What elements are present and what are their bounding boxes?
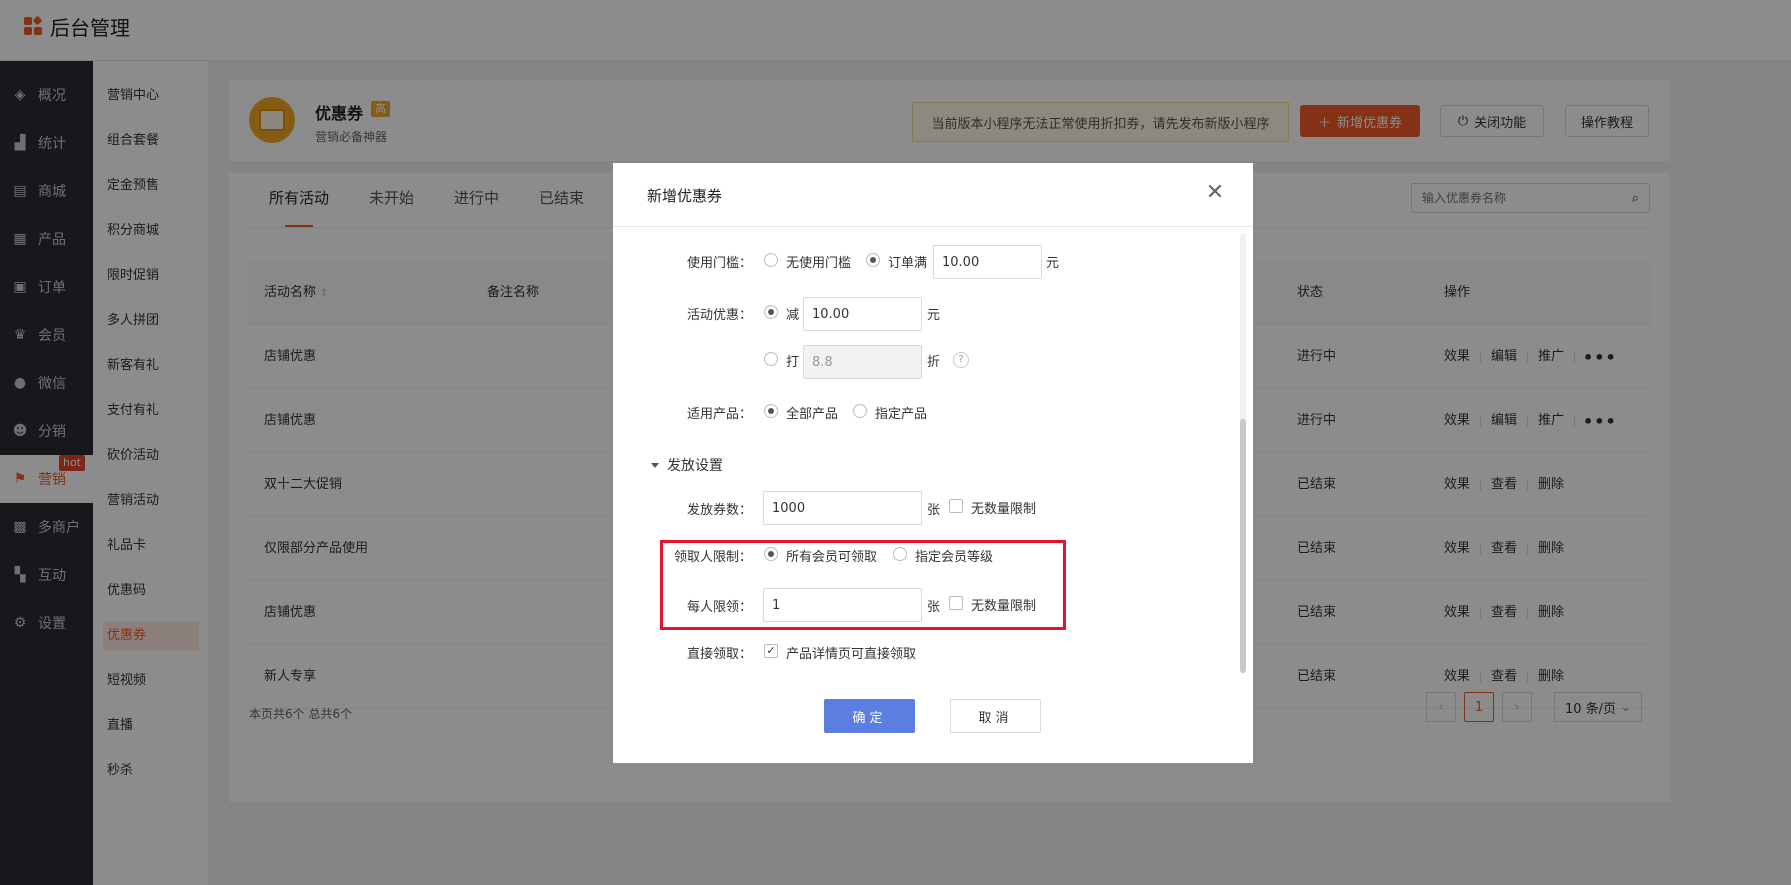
claimer-all-label: 所有会员可领取	[786, 550, 878, 565]
quantity-label: 发放券数：	[686, 503, 752, 518]
threshold-none-radio[interactable]	[764, 253, 778, 267]
discount-percent-unit: 折	[927, 355, 941, 370]
discount-reduce-radio[interactable]	[764, 305, 778, 319]
threshold-order-radio[interactable]	[866, 253, 880, 267]
discount-percent-input[interactable]	[803, 345, 922, 379]
claimer-level-radio[interactable]	[893, 547, 907, 561]
per-person-unlimited-checkbox[interactable]	[949, 596, 963, 610]
dialog-title: 新增优惠券	[647, 187, 723, 205]
discount-percent-label: 打	[786, 355, 800, 370]
quantity-input[interactable]	[763, 491, 922, 525]
threshold-order-label: 订单满	[888, 256, 928, 271]
distribution-section-toggle[interactable]: 发放设置	[651, 455, 723, 475]
add-coupon-dialog: 新增优惠券 ✕ 使用门槛： 无使用门槛 订单满 元 活动优惠： 减 元 打 折 …	[613, 163, 1253, 763]
caret-down-icon	[651, 462, 659, 468]
discount-percent-radio[interactable]	[764, 352, 778, 366]
per-person-unit: 张	[927, 600, 941, 615]
threshold-amount-input[interactable]	[933, 245, 1042, 279]
per-person-label: 每人限领：	[686, 600, 752, 615]
claimer-label: 领取人限制：	[673, 550, 752, 565]
discount-reduce-unit: 元	[927, 308, 941, 323]
products-label: 适用产品：	[686, 407, 752, 422]
threshold-none-label: 无使用门槛	[786, 256, 852, 271]
quantity-unlimited-label: 无数量限制	[971, 502, 1037, 517]
dialog-header: 新增优惠券 ✕	[613, 163, 1253, 227]
claimer-all-radio[interactable]	[764, 547, 778, 561]
claimer-level-label: 指定会员等级	[915, 550, 994, 565]
close-icon[interactable]: ✕	[1203, 181, 1227, 205]
cancel-button[interactable]: 取消	[950, 699, 1041, 733]
direct-claim-checkbox[interactable]: ✓	[764, 644, 778, 658]
products-all-radio[interactable]	[764, 404, 778, 418]
products-specific-radio[interactable]	[853, 404, 867, 418]
quantity-unlimited-checkbox[interactable]	[949, 499, 963, 513]
products-specific-label: 指定产品	[875, 407, 928, 422]
scroll-thumb[interactable]	[1240, 419, 1246, 673]
confirm-button[interactable]: 确定	[824, 699, 915, 733]
per-person-unlimited-label: 无数量限制	[971, 599, 1037, 614]
per-person-input[interactable]	[763, 588, 922, 622]
discount-reduce-label: 减	[786, 308, 800, 323]
checkmark-icon: ✓	[766, 644, 776, 657]
discount-reduce-input[interactable]	[803, 297, 922, 331]
discount-label: 活动优惠：	[686, 308, 752, 323]
quantity-unit: 张	[927, 503, 941, 518]
threshold-label: 使用门槛：	[686, 256, 752, 271]
direct-label: 直接领取：	[686, 647, 752, 662]
products-all-label: 全部产品	[786, 407, 839, 422]
help-icon[interactable]: ?	[953, 352, 969, 368]
distribution-section-title: 发放设置	[667, 458, 723, 474]
direct-claim-label: 产品详情页可直接领取	[786, 647, 917, 662]
dialog-scrollbar[interactable]	[1240, 233, 1246, 673]
threshold-unit: 元	[1046, 256, 1060, 271]
